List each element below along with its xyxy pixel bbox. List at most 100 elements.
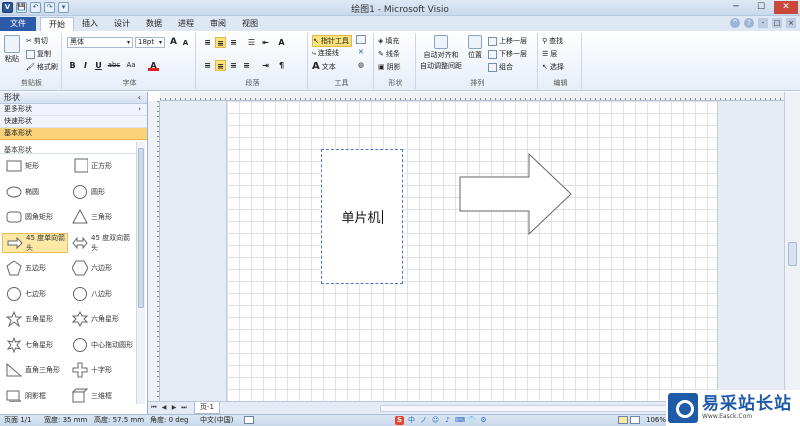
pointer-tool-button[interactable]: ↖ 指针工具 xyxy=(312,35,352,47)
bring-forward-button[interactable]: 上移一层 xyxy=(488,36,527,46)
stencil-shape-right-triangle[interactable]: 直角三角形 xyxy=(2,360,68,380)
stencil-shape-single-arrow-45[interactable]: 45 度单向箭头 xyxy=(2,232,68,253)
doc-close-icon[interactable]: × xyxy=(786,18,796,28)
rectangle-shape[interactable]: 单片机 xyxy=(321,149,403,284)
layers-button[interactable]: ☰ 层 xyxy=(542,49,557,59)
tab-review[interactable]: 审阅 xyxy=(202,17,234,31)
stencil-shape-heptagon[interactable]: 七边形 xyxy=(2,284,68,304)
stencil-scrollbar[interactable] xyxy=(136,142,145,404)
stencil-shape-star-7[interactable]: 七角星形 xyxy=(2,335,68,355)
fit-page-icon[interactable] xyxy=(618,416,628,424)
send-backward-button[interactable]: 下移一层 xyxy=(488,49,527,59)
stencil-shape-triangle[interactable]: 三角形 xyxy=(68,207,134,227)
cut-button[interactable]: ✂ 剪切 xyxy=(26,36,48,46)
ime-tools-icon[interactable]: ⚙ xyxy=(479,416,488,425)
decrease-indent-icon[interactable]: ⇤ xyxy=(260,37,271,48)
align-right-icon[interactable]: ≡ xyxy=(228,60,239,71)
font-size-combo[interactable]: 18pt ▾ xyxy=(135,37,165,48)
stencil-shape-3d-box[interactable]: 三维框 xyxy=(68,386,134,406)
ime-emoji-icon[interactable]: ☺ xyxy=(431,416,440,425)
shadow-button[interactable]: ▣ 阴影 xyxy=(378,62,401,72)
next-page-icon[interactable]: ▶ xyxy=(170,403,178,412)
grow-font-button[interactable]: A xyxy=(168,37,179,48)
group-button[interactable]: 组合 xyxy=(488,62,513,72)
scroll-thumb[interactable] xyxy=(788,242,797,266)
page-tab[interactable]: 页-1 xyxy=(194,402,220,414)
indent-icon[interactable]: ⇥ xyxy=(260,60,271,71)
auto-align-button[interactable]: 自动对齐和 自动调整间距 xyxy=(420,35,462,71)
stencil-shape-hexagon[interactable]: 六边形 xyxy=(68,258,134,278)
copy-button[interactable]: 复制 xyxy=(26,49,51,59)
ime-skin-icon[interactable]: 👕 xyxy=(467,416,476,425)
bullets-icon[interactable]: ☰ xyxy=(246,37,257,48)
doc-minimize-icon[interactable]: - xyxy=(758,18,768,28)
justify-icon[interactable]: ≡ xyxy=(241,60,252,71)
connector-button[interactable]: ⤷ 连接线 xyxy=(312,48,339,58)
doc-restore-icon[interactable]: □ xyxy=(772,18,782,28)
align-bottom-icon[interactable]: ≡ xyxy=(228,37,239,48)
stencil-shape-pentagon[interactable]: 五边形 xyxy=(2,258,68,278)
close-button[interactable]: ✕ xyxy=(774,1,798,14)
pane-row-basic-shapes[interactable]: 基本形状 xyxy=(0,128,147,140)
collapse-pane-icon[interactable]: ‹ xyxy=(138,92,141,103)
align-left-icon[interactable]: ≡ xyxy=(202,60,213,71)
text-tool-button[interactable]: A 文本 xyxy=(312,61,336,72)
align-top-icon[interactable]: ≡ xyxy=(202,37,213,48)
paragraph-icon[interactable]: ¶ xyxy=(276,60,287,71)
stencil-shape-shadow-box[interactable]: 阴影框 xyxy=(2,386,68,406)
first-page-icon[interactable]: ⏮ xyxy=(150,403,158,412)
underline-button[interactable]: U xyxy=(93,60,104,71)
select-button[interactable]: ↖ 选择 xyxy=(542,62,564,72)
close-x-icon[interactable]: ✕ xyxy=(358,48,364,56)
ime-keyboard-icon[interactable]: ⌨ xyxy=(455,416,465,425)
line-button[interactable]: ✎ 线条 xyxy=(378,49,400,59)
rectangle-tool-button[interactable] xyxy=(356,35,366,44)
find-button[interactable]: ⚲ 查找 xyxy=(542,36,563,46)
pane-row-quick-shapes[interactable]: 快速形状 xyxy=(0,116,147,128)
bold-button[interactable]: B xyxy=(67,60,78,71)
stencil-shape-rounded-rectangle[interactable]: 圆角矩形 xyxy=(2,207,68,227)
stencil-shape-rectangle[interactable]: 矩形 xyxy=(2,156,68,176)
fill-button[interactable]: ◈ 填充 xyxy=(378,36,399,46)
change-case-button[interactable]: Aa xyxy=(124,60,138,71)
strikethrough-button[interactable]: abc xyxy=(106,60,122,71)
font-color-button[interactable]: A xyxy=(148,60,159,71)
status-page[interactable]: 页面 1/1 xyxy=(4,415,32,426)
stencil-shape-octagon[interactable]: 八边形 xyxy=(68,284,134,304)
maximize-button[interactable]: ☐ xyxy=(749,1,773,14)
tab-data[interactable]: 数据 xyxy=(138,17,170,31)
align-middle-icon[interactable]: ≡ xyxy=(215,37,226,48)
prev-page-icon[interactable]: ◀ xyxy=(160,403,168,412)
zoom-level[interactable]: 106% xyxy=(646,415,666,426)
canvas-vertical-scrollbar[interactable] xyxy=(784,92,800,401)
ime-voice-icon[interactable]: ♪ xyxy=(443,416,452,425)
tab-home[interactable]: 开始 xyxy=(40,17,74,31)
tab-process[interactable]: 进程 xyxy=(170,17,202,31)
last-page-icon[interactable]: ⏭ xyxy=(180,403,188,412)
format-painter-button[interactable]: 🖌 格式刷 xyxy=(26,62,58,72)
stencil-shape-double-arrow-45[interactable]: 45 度双向箭头 xyxy=(68,233,134,253)
connection-point-icon[interactable]: ◍ xyxy=(358,61,364,69)
arrow-shape[interactable] xyxy=(459,153,573,235)
tab-file[interactable]: 文件 xyxy=(0,17,36,31)
text-direction-icon[interactable]: A xyxy=(276,37,287,48)
stencil-shape-star-5[interactable]: 五角星形 xyxy=(2,309,68,329)
tab-design[interactable]: 设计 xyxy=(106,17,138,31)
minimize-button[interactable]: ─ xyxy=(724,1,748,14)
tab-insert[interactable]: 插入 xyxy=(74,17,106,31)
paste-button[interactable]: 粘贴 xyxy=(4,35,20,64)
scroll-thumb[interactable] xyxy=(138,148,144,308)
macro-record-icon[interactable] xyxy=(244,416,254,424)
drawing-page[interactable]: 单片机 xyxy=(226,101,718,401)
position-button[interactable]: 位置 xyxy=(468,35,482,60)
status-language[interactable]: 中文(中国) xyxy=(200,415,233,426)
stencil-shape-square[interactable]: 正方形 xyxy=(68,156,134,176)
drawing-canvas[interactable]: 单片机 xyxy=(160,101,784,401)
shape-text[interactable]: 单片机 xyxy=(341,207,380,226)
help-icon[interactable]: ? xyxy=(744,18,754,28)
stencil-shape-circle[interactable]: 圆形 xyxy=(68,182,134,202)
font-name-combo[interactable]: 黑体 ▾ xyxy=(67,37,133,48)
tab-view[interactable]: 视图 xyxy=(234,17,266,31)
align-center-icon[interactable]: ≡ xyxy=(215,60,226,71)
ime-chinese-icon[interactable]: 中 xyxy=(407,416,416,425)
